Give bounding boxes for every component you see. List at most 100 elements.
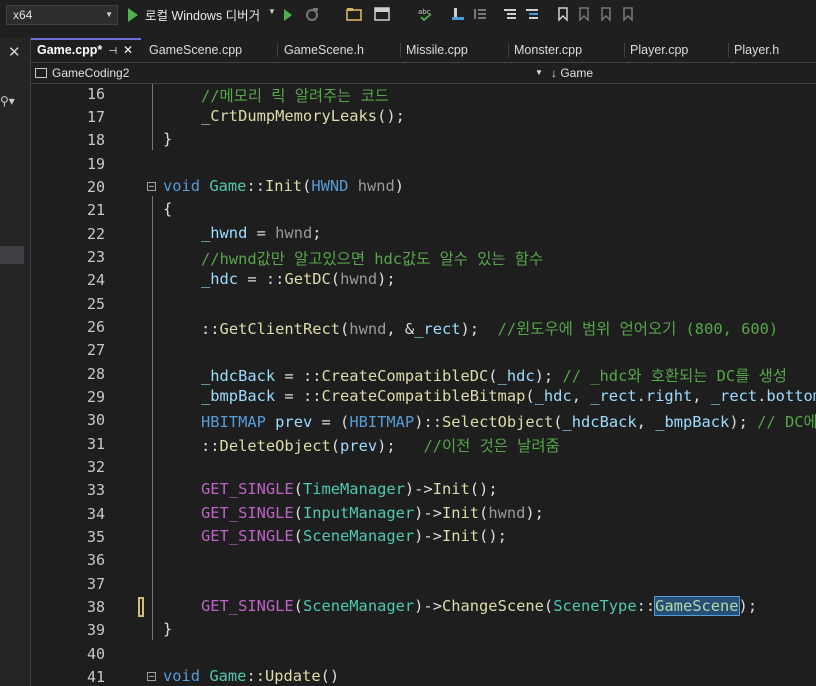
pin-icon[interactable]: ⊣ bbox=[108, 46, 117, 57]
prev-bookmark-icon[interactable] bbox=[576, 6, 592, 22]
project-dropdown[interactable]: GameCoding2 ▼ bbox=[35, 65, 545, 81]
line-number: 38 bbox=[86, 598, 105, 616]
chevron-down-icon[interactable]: ▼ bbox=[268, 7, 276, 16]
scope-dropdown[interactable]: ↓ Game bbox=[551, 65, 593, 81]
code-token: Init bbox=[441, 527, 480, 545]
code-token: HWND bbox=[311, 177, 349, 195]
selected-text: GameScene bbox=[654, 596, 740, 616]
code-token: ( bbox=[543, 597, 554, 615]
line-number: 28 bbox=[86, 365, 105, 383]
code-token: bottom bbox=[766, 387, 816, 405]
search-icon[interactable]: ⚲▾ bbox=[0, 94, 15, 108]
platform-dropdown[interactable]: x64 ▼ bbox=[6, 5, 118, 25]
spell-check-icon[interactable]: abc bbox=[418, 6, 434, 22]
close-icon[interactable]: ✕ bbox=[8, 43, 21, 61]
line-number: 24 bbox=[86, 271, 105, 289]
code-token: , bbox=[571, 387, 591, 405]
code-token: = bbox=[238, 270, 266, 288]
start-debug-button[interactable]: 로컬 Windows 디버거 bbox=[145, 5, 260, 24]
code-token: right bbox=[645, 387, 693, 405]
code-token: )-> bbox=[414, 597, 442, 615]
code-token: } bbox=[163, 620, 173, 638]
tab-label: GameScene.h bbox=[284, 43, 364, 57]
code-line-20: void Game::Init(HWND hwnd) bbox=[163, 177, 404, 195]
selected-item[interactable] bbox=[0, 246, 24, 264]
document-tabs: Game.cpp* ⊣ ✕ GameScene.cpp GameScene.h Mi… bbox=[31, 38, 816, 62]
code-token: SceneType bbox=[553, 597, 637, 615]
code-token: :: bbox=[246, 667, 265, 685]
code-line-38: GET_SINGLE(SceneManager)->ChangeScene(Sc… bbox=[201, 596, 757, 616]
tab-label: Missile.cpp bbox=[406, 43, 468, 57]
chevron-down-icon: ▼ bbox=[535, 68, 543, 77]
tab-player-h[interactable]: Player.h bbox=[728, 38, 816, 62]
line-number: 30 bbox=[86, 411, 105, 429]
code-token: hwnd bbox=[340, 270, 378, 288]
code-token: _bmpBack bbox=[201, 387, 276, 405]
tab-game-cpp[interactable]: Game.cpp* ⊣ ✕ bbox=[31, 38, 141, 62]
code-token: ); bbox=[377, 437, 424, 455]
code-token: ( bbox=[302, 177, 312, 195]
code-token: , bbox=[636, 413, 656, 431]
code-token: CreateCompatibleDC bbox=[321, 367, 489, 385]
code-token: GetDC bbox=[284, 270, 331, 288]
code-token: SceneManager bbox=[302, 527, 415, 545]
line-number: 22 bbox=[86, 225, 105, 243]
code-token: :: bbox=[201, 320, 220, 338]
next-bookmark-icon[interactable] bbox=[598, 6, 614, 22]
line-number: 23 bbox=[86, 248, 105, 266]
code-token: ); bbox=[525, 504, 544, 522]
code-token: void bbox=[163, 667, 201, 685]
tab-gamescene-h[interactable]: GameScene.h bbox=[278, 38, 400, 62]
code-token: ); bbox=[534, 367, 563, 385]
code-token: )-> bbox=[414, 527, 442, 545]
code-token: ChangeScene bbox=[441, 597, 544, 615]
close-icon[interactable]: ✕ bbox=[123, 43, 133, 57]
clear-bookmarks-icon[interactable] bbox=[620, 6, 636, 22]
line-number: 18 bbox=[86, 131, 105, 149]
code-token: SceneManager bbox=[302, 597, 415, 615]
code-editor[interactable]: //메모리 릭 알려주는 코드 _CrtDumpMemoryLeaks(); }… bbox=[145, 84, 816, 686]
toolbar: x64 ▼ 로컬 Windows 디버거 ▼ abc bbox=[0, 0, 816, 38]
code-token: Update bbox=[264, 667, 321, 685]
code-line-21: { bbox=[163, 200, 172, 218]
tab-monster-cpp[interactable]: Monster.cpp bbox=[508, 38, 624, 62]
code-token: TimeManager bbox=[302, 480, 405, 498]
code-token: _rect bbox=[590, 387, 637, 405]
start-debug-icon[interactable] bbox=[128, 8, 138, 22]
code-token: ( bbox=[293, 597, 303, 615]
code-token: ( bbox=[293, 527, 303, 545]
tab-label: Player.h bbox=[734, 43, 780, 57]
code-token: prev bbox=[275, 413, 313, 431]
bookmark-icon[interactable] bbox=[555, 6, 571, 22]
uncomment-icon[interactable] bbox=[524, 6, 540, 22]
folder-icon[interactable] bbox=[346, 6, 362, 22]
line-number: 21 bbox=[86, 201, 105, 219]
comment-icon[interactable] bbox=[502, 6, 518, 22]
code-token: . bbox=[636, 387, 646, 405]
code-token: _CrtDumpMemoryLeaks bbox=[201, 107, 378, 125]
code-token: ); bbox=[729, 413, 758, 431]
code-line-22: _hwnd = hwnd; bbox=[201, 224, 322, 242]
layout-icon[interactable] bbox=[374, 6, 390, 22]
code-token: void bbox=[163, 177, 201, 195]
side-panel: ✕ ⚲▾ bbox=[0, 38, 31, 686]
tab-missile-cpp[interactable]: Missile.cpp bbox=[400, 38, 508, 62]
breakpoint-icon[interactable] bbox=[450, 6, 466, 22]
code-line-31: ::DeleteObject(prev); //이전 것은 날려줌 bbox=[201, 434, 560, 456]
change-marker bbox=[138, 597, 144, 617]
indent-icon[interactable] bbox=[472, 6, 488, 22]
project-name: GameCoding2 bbox=[52, 66, 130, 80]
code-token: ( bbox=[293, 504, 303, 522]
code-token: SelectObject bbox=[442, 413, 554, 431]
line-number: 35 bbox=[86, 528, 105, 546]
hot-reload-icon[interactable] bbox=[304, 6, 320, 22]
start-without-debug-icon[interactable] bbox=[284, 8, 293, 22]
tab-player-cpp[interactable]: Player.cpp bbox=[624, 38, 728, 62]
tab-gamescene-cpp[interactable]: GameScene.cpp bbox=[143, 38, 277, 62]
code-token: = bbox=[275, 387, 303, 405]
code-token: :: bbox=[423, 413, 443, 431]
code-token: :: bbox=[265, 270, 285, 288]
line-number: 19 bbox=[86, 155, 105, 173]
code-token: ( bbox=[330, 437, 341, 455]
code-token: :: bbox=[246, 177, 265, 195]
